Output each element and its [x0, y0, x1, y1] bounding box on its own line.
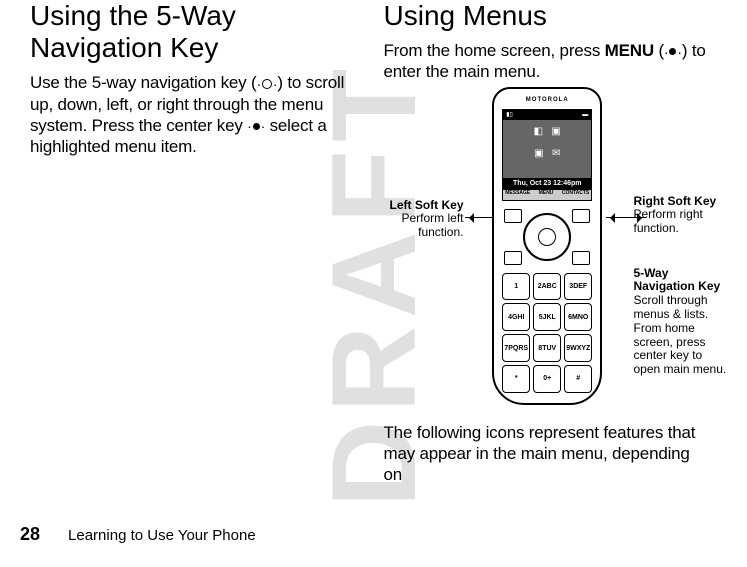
label-body: Scroll through menus & lists. From home …: [634, 293, 727, 376]
heading-menus: Using Menus: [384, 0, 712, 32]
soft-center-label: MENU: [539, 190, 554, 200]
keypad-key: 4GHI: [502, 303, 530, 331]
nav-pad-icon: [523, 213, 571, 261]
keypad-key: 7PQRS: [502, 334, 530, 362]
battery-icon: ▬: [582, 112, 588, 118]
keypad-key: #: [564, 365, 592, 393]
label-title: Right Soft Key: [634, 195, 722, 209]
screen-date: Thu, Oct 23 12:46pm: [503, 178, 591, 190]
trailer-paragraph: The following icons represent features t…: [384, 422, 712, 486]
label-right-soft-key: Right Soft Key Perform right function.: [634, 195, 722, 236]
keypad-key: 1: [502, 273, 530, 301]
phone-brand: MOTOROLA: [494, 97, 600, 103]
label-title: 5-Way Navigation Key: [634, 267, 732, 295]
control-cluster: [500, 207, 594, 267]
arrow-right-icon: [606, 217, 646, 219]
home-icon-row: ◧ ▣: [503, 126, 591, 137]
phone-diagram: Left Soft Key Perform left function. Rig…: [384, 87, 712, 422]
call-button: [504, 251, 522, 265]
center-key-icon: [247, 123, 265, 130]
status-bar: ▮▯ ▬: [503, 110, 591, 120]
text: (: [654, 41, 664, 60]
page-footer: 28 Learning to Use Your Phone: [20, 524, 727, 545]
right-column: Using Menus From the home screen, press …: [374, 0, 718, 495]
home-icon-row2: ▣ ✉: [503, 148, 591, 159]
text: From the home screen, press: [384, 41, 605, 60]
phone-screen: ▮▯ ▬ ◧ ▣ ▣ ✉ Thu, Oct 23 12:46pm MESSAGE…: [502, 109, 592, 201]
soft-right-label: CONTACTS: [562, 190, 589, 200]
page-number: 28: [20, 524, 40, 545]
keypad-key: 8TUV: [533, 334, 561, 362]
menus-paragraph: From the home screen, press MENU () to e…: [384, 40, 712, 83]
keypad-key: 5JKL: [533, 303, 561, 331]
soft-key-button: [572, 209, 590, 223]
keypad-key: 0+: [533, 365, 561, 393]
label-body: Perform left function.: [401, 211, 463, 239]
left-column: Using the 5-Way Navigation Key Use the 5…: [30, 0, 374, 495]
menu-word: MENU: [605, 41, 654, 60]
keypad-key: 2ABC: [533, 273, 561, 301]
label-left-soft-key: Left Soft Key Perform left function.: [374, 199, 464, 240]
keypad-key: 6MNO: [564, 303, 592, 331]
soft-key-button: [504, 209, 522, 223]
keypad-key: *: [502, 365, 530, 393]
nav-key-paragraph: Use the 5-way navigation key () to scrol…: [30, 72, 358, 157]
keypad-key: 9WXYZ: [564, 334, 592, 362]
signal-icon: ▮▯: [506, 111, 513, 118]
soft-left-label: MESSAGE: [505, 190, 530, 200]
soft-key-bar: MESSAGE MENU CONTACTS: [503, 190, 591, 200]
end-button: [572, 251, 590, 265]
label-nav-key: 5-Way Navigation Key Scroll through menu…: [634, 267, 732, 377]
keypad: 1 2ABC 3DEF 4GHI 5JKL 6MNO 7PQRS 8TUV 9W…: [502, 273, 592, 393]
footer-title: Learning to Use Your Phone: [68, 527, 256, 544]
heading-nav-key: Using the 5-Way Navigation Key: [30, 0, 358, 64]
label-title: Left Soft Key: [374, 199, 464, 213]
nav-ring-icon: [256, 79, 277, 89]
screen-content: ◧ ▣ ▣ ✉: [503, 120, 591, 178]
phone-illustration: MOTOROLA ▮▯ ▬ ◧ ▣ ▣ ✉ Thu, Oct 23 12:46p…: [492, 87, 602, 405]
text: Use the 5-way navigation key (: [30, 73, 256, 92]
content-columns: Using the 5-Way Navigation Key Use the 5…: [0, 0, 747, 495]
center-key-icon: [664, 48, 682, 55]
keypad-key: 3DEF: [564, 273, 592, 301]
